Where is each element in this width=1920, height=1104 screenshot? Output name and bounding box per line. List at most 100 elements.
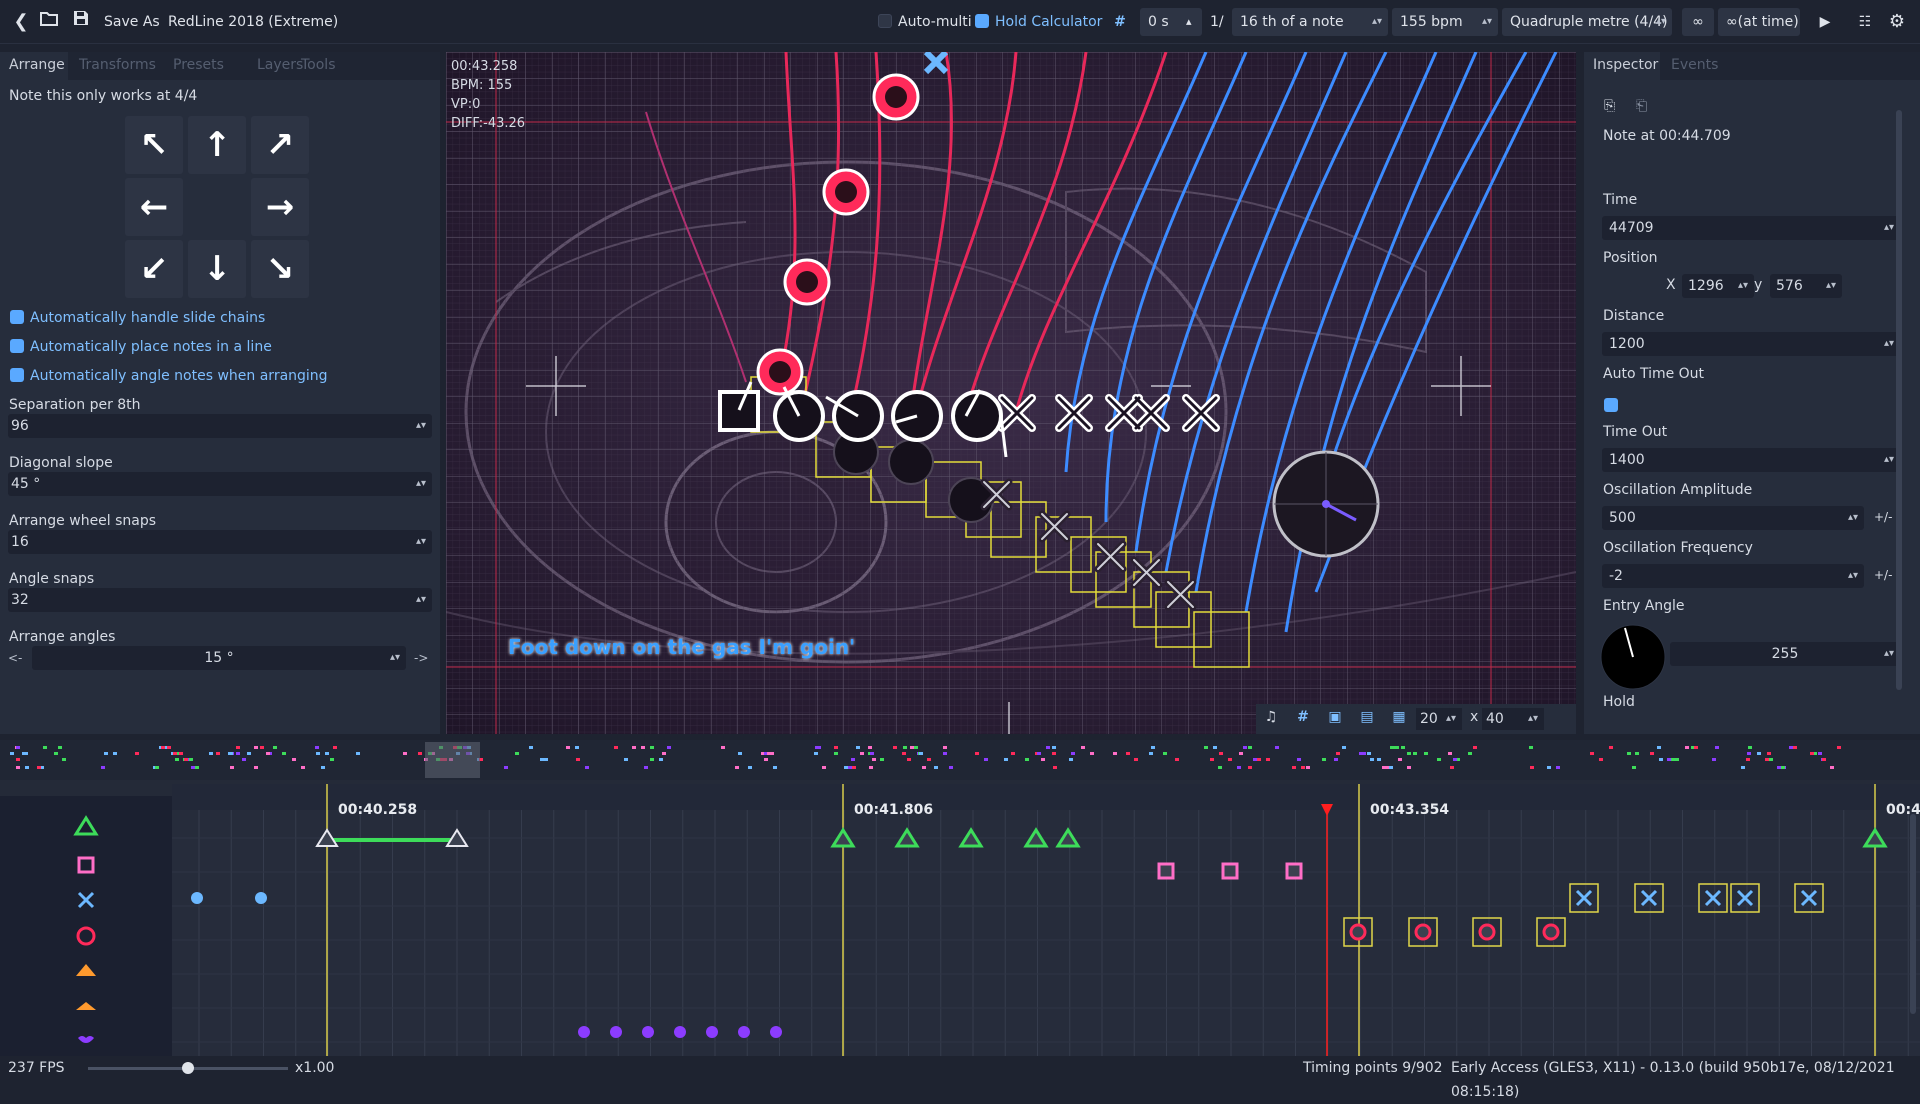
entry-angle-label: Entry Angle — [1603, 598, 1685, 614]
arrow-up-button[interactable]: ↑ — [188, 116, 246, 174]
timeout-label: Time Out — [1603, 424, 1668, 440]
inspector-body: ⎘ ⎗ Note at 00:44.709 Time 44709 ▴▾ Posit… — [1584, 80, 1920, 734]
gamepad-icon[interactable]: ☷ — [1854, 8, 1876, 36]
square-lane-icon — [77, 856, 95, 874]
y-label: y — [1754, 277, 1763, 293]
hold-calculator-checkbox[interactable]: Hold Calculator — [975, 8, 1102, 36]
spin-arrows-icon: ▴▾ — [1883, 454, 1894, 465]
grid-icon[interactable]: ▦ — [1390, 709, 1408, 725]
separation-input[interactable]: 96 ▴▾ — [8, 414, 432, 438]
checkbox-checked-icon — [975, 14, 989, 28]
tab-arrange[interactable]: Arrange — [0, 52, 68, 80]
copy-icon[interactable]: ⎘ — [1604, 98, 1615, 114]
slide-chains-checkbox[interactable]: Automatically handle slide chains — [10, 310, 265, 326]
spin-arrows-icon: ▴▾ — [1825, 280, 1836, 291]
diagonal-input[interactable]: 45 ° ▴▾ — [8, 472, 432, 496]
arrow-up-left-button[interactable]: ↖ — [125, 116, 183, 174]
distance-value: 1200 — [1609, 336, 1645, 352]
lane-labels — [0, 796, 172, 1056]
tab-presets[interactable]: Presets — [164, 52, 233, 80]
save-as-button[interactable]: Save As — [104, 8, 160, 36]
at-time-button[interactable]: ∞(at time) — [1718, 8, 1800, 36]
distance-input[interactable]: 1200 ▴▾ — [1602, 332, 1900, 356]
angle-increase-button[interactable]: -> — [414, 646, 438, 670]
place-line-label: Automatically place notes in a line — [30, 339, 272, 355]
back-icon[interactable]: ❮ — [12, 8, 30, 36]
offset-spinbox[interactable]: 0 s — [1140, 8, 1202, 36]
position-x-input[interactable]: 1296 ▴▾ — [1682, 274, 1754, 298]
save-icon[interactable] — [70, 8, 92, 36]
tab-transforms[interactable]: Transforms — [70, 52, 165, 80]
timeline-marker-3: 00:43.354 — [1370, 802, 1450, 818]
play-icon[interactable]: ▶ — [1816, 8, 1834, 36]
square-note[interactable] — [718, 390, 760, 432]
timeline-lanes[interactable] — [172, 784, 1920, 1056]
speed-slider-handle[interactable] — [182, 1062, 194, 1074]
tab-inspector[interactable]: Inspector — [1584, 52, 1660, 80]
tab-tools[interactable]: Tools — [292, 52, 345, 80]
lyric-text: Foot down on the gas I'm goin' — [508, 635, 856, 659]
grid-x-value: 20 — [1420, 711, 1438, 727]
timeline-overview[interactable] — [0, 740, 1920, 780]
arrow-down-left-button[interactable]: ↙ — [125, 240, 183, 298]
angle-decrease-button[interactable]: <- — [8, 646, 32, 670]
spin-arrows-icon: ▴▾ — [1883, 338, 1894, 349]
angle-snaps-input[interactable]: 32 ▴▾ — [8, 588, 432, 612]
spin-arrows-icon: ▴▾ — [415, 536, 426, 547]
angle-wheel[interactable] — [1272, 450, 1380, 558]
osc-freq-random-button[interactable]: +/- — [1874, 568, 1892, 582]
timeout-value: 1400 — [1609, 452, 1645, 468]
canvas-diff: DIFF:-43.26 — [451, 116, 526, 131]
grid-y-input[interactable]: 40 ▴▾ — [1482, 708, 1544, 730]
spin-arrows-icon: ▴▾ — [1527, 713, 1538, 724]
timeline-scrollbar — [1910, 814, 1916, 1014]
arrow-down-right-button[interactable]: ↘ — [251, 240, 309, 298]
time-input[interactable]: 44709 ▴▾ — [1602, 216, 1900, 240]
arrange-angle-input[interactable]: 15 ° ▴▾ — [32, 646, 406, 670]
spin-arrows-icon[interactable]: ▴ — [1186, 8, 1192, 36]
metronome-icon[interactable]: # — [1110, 8, 1130, 36]
music-note-icon[interactable]: ♫ — [1262, 709, 1280, 725]
wheel-snaps-value: 16 — [11, 534, 29, 550]
grid-x-input[interactable]: 20 ▴▾ — [1416, 708, 1462, 730]
osc-amp-input[interactable]: 500 ▴▾ — [1602, 506, 1864, 530]
bpm-spinbox[interactable]: 155 bpm ▴▾ — [1392, 8, 1498, 36]
arrow-down-button[interactable]: ↓ — [188, 240, 246, 298]
folder-icon[interactable] — [38, 8, 60, 36]
gear-icon[interactable]: ⚙ — [1886, 8, 1908, 36]
playfield-canvas[interactable]: 00:43.258 BPM: 155 VP:0 DIFF:-43.26 Foot… — [446, 52, 1576, 734]
inspector-scrollbar[interactable] — [1896, 110, 1902, 690]
paste-icon[interactable]: ⎗ — [1636, 98, 1647, 114]
image-icon[interactable]: ▣ — [1326, 709, 1344, 725]
link-icon[interactable]: ∞ — [1682, 8, 1714, 36]
separation-label: Separation per 8th — [9, 397, 141, 413]
timeout-input[interactable]: 1400 ▴▾ — [1602, 448, 1900, 472]
angle-notes-checkbox[interactable]: Automatically angle notes when arranging — [10, 368, 328, 384]
offset-value: 0 s — [1148, 14, 1169, 30]
auto-multi-checkbox[interactable]: Auto-multi — [878, 8, 972, 36]
time-value: 44709 — [1609, 220, 1654, 236]
video-icon[interactable]: ▤ — [1358, 709, 1376, 725]
angle-snaps-value: 32 — [11, 592, 29, 608]
playfield-svg — [446, 52, 1576, 734]
bpm-value: 155 bpm — [1400, 14, 1463, 30]
metre-select[interactable]: Quadruple metre (4/4) ▴▾ — [1502, 8, 1672, 36]
snap-spinbox[interactable]: 16 th of a note ▴▾ — [1232, 8, 1388, 36]
metronome-icon[interactable]: # — [1294, 709, 1312, 725]
arrow-up-right-button[interactable]: ↗ — [251, 116, 309, 174]
arrow-right-button[interactable]: → — [251, 178, 309, 236]
entry-angle-dial[interactable] — [1600, 624, 1666, 690]
wheel-snaps-input[interactable]: 16 ▴▾ — [8, 530, 432, 554]
place-line-checkbox[interactable]: Automatically place notes in a line — [10, 339, 272, 355]
hold-calculator-label: Hold Calculator — [995, 14, 1103, 30]
auto-timeout-checkbox[interactable] — [1604, 398, 1618, 412]
arrow-left-button[interactable]: ← — [125, 178, 183, 236]
top-toolbar: ❮ Save As RedLine 2018 (Extreme) Auto-mu… — [0, 0, 1920, 44]
timeline[interactable]: 00:40.258 00:41.806 00:43.354 00:4 — [0, 740, 1920, 1056]
cross-lane-icon — [77, 891, 95, 909]
osc-amp-random-button[interactable]: +/- — [1874, 510, 1892, 524]
position-y-input[interactable]: 576 ▴▾ — [1770, 274, 1842, 298]
entry-angle-input[interactable]: 255 ▴▾ — [1670, 642, 1900, 666]
tab-events[interactable]: Events — [1662, 52, 1727, 80]
osc-freq-input[interactable]: -2 ▴▾ — [1602, 564, 1864, 588]
